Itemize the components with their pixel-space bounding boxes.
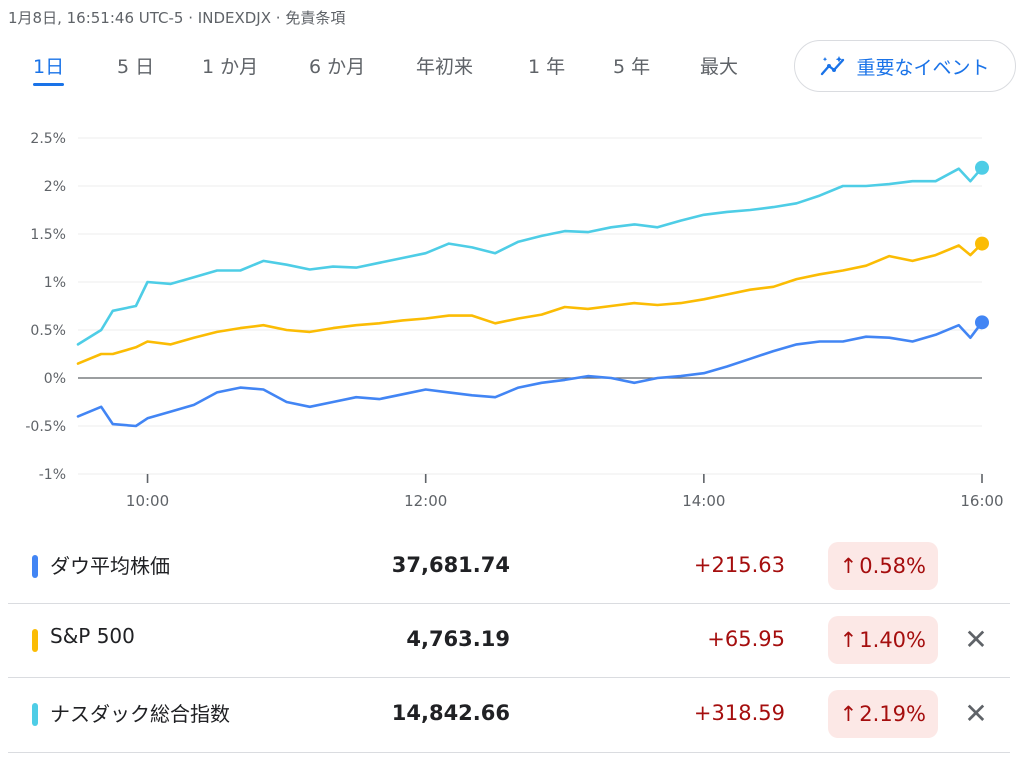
x-tick-label: 16:00 — [960, 492, 1003, 510]
arrow-up-icon: ↑ — [839, 702, 858, 726]
percent-change: 0.58% — [859, 554, 926, 578]
y-tick-label: 0% — [44, 371, 66, 387]
percent-change: 2.19% — [859, 702, 926, 726]
close-icon[interactable]: ✕ — [960, 698, 992, 730]
tab-6-months[interactable]: 6 か月 — [309, 52, 365, 84]
tab-label: 1日 — [33, 56, 65, 78]
tab-1-month[interactable]: 1 か月 — [202, 52, 258, 84]
x-tick-label: 14:00 — [682, 492, 725, 510]
percent-change: 1.40% — [859, 628, 926, 652]
tab-label: 6 か月 — [309, 56, 366, 78]
y-tick-label: 1.5% — [30, 227, 66, 243]
series-end-point — [975, 315, 989, 330]
percent-change-badge: ↑0.58% — [827, 542, 938, 590]
tab-label: 最大 — [700, 56, 739, 78]
index-change: +65.95 — [707, 627, 785, 651]
series-line — [76, 166, 984, 346]
tab-label: 1 年 — [528, 56, 566, 78]
series-color-swatch — [32, 555, 38, 578]
legend-row-sp500[interactable]: S&P 500 4,763.19 +65.95 ↑1.40% ✕ — [8, 604, 1010, 678]
header-line: 1月8日, 16:51:46 UTC-5 · INDEXDJX · 免責条項 — [8, 7, 345, 28]
separator: · — [275, 9, 281, 27]
x-tick-label: 12:00 — [404, 492, 447, 510]
market-widget: 1月8日, 16:51:46 UTC-5 · INDEXDJX · 免責条項 1… — [0, 0, 1019, 760]
tab-max[interactable]: 最大 — [700, 52, 738, 84]
insights-icon — [821, 56, 845, 76]
tab-5-days[interactable]: 5 日 — [117, 52, 154, 84]
x-tick-label: 10:00 — [126, 492, 169, 510]
index-name: S&P 500 — [50, 624, 135, 648]
index-legend: ダウ平均株価 37,681.74 +215.63 ↑0.58% S&P 500 … — [8, 530, 1010, 753]
index-code: INDEXDJX — [197, 9, 271, 27]
y-tick-label: 1% — [44, 275, 66, 291]
series-line — [76, 242, 984, 365]
index-name: ダウ平均株価 — [50, 554, 170, 578]
series-color-swatch — [32, 703, 38, 726]
y-tick-label: 2% — [44, 179, 66, 195]
arrow-up-icon: ↑ — [839, 554, 858, 578]
tab-1-year[interactable]: 1 年 — [528, 52, 565, 84]
tab-1-day[interactable]: 1日 — [33, 52, 65, 86]
key-events-button[interactable]: 重要なイベント — [794, 40, 1016, 92]
disclaimer-link[interactable]: 免責条項 — [285, 9, 345, 27]
tab-ytd[interactable]: 年初来 — [416, 52, 473, 84]
legend-row-dow[interactable]: ダウ平均株価 37,681.74 +215.63 ↑0.58% — [8, 530, 1010, 604]
series-end-point — [975, 160, 989, 175]
range-tabs: 1日 5 日 1 か月 6 か月 年初来 1 年 5 年 最大 — [0, 52, 760, 88]
y-tick-label: -0.5% — [25, 419, 66, 435]
index-line-chart: 2.5% 2% 1.5% 1% 0.5% 0% -0.5% -1% 10:00 12:00 14:0… — [25, 131, 1003, 510]
y-tick-label: -1% — [39, 467, 66, 483]
tab-label: 5 年 — [613, 56, 651, 78]
index-price: 37,681.74 — [391, 553, 510, 577]
series-end-point — [975, 236, 989, 251]
arrow-up-icon: ↑ — [839, 628, 858, 652]
close-icon[interactable]: ✕ — [960, 624, 992, 656]
separator: · — [188, 9, 194, 27]
timestamp: 1月8日, 16:51:46 UTC-5 — [8, 9, 184, 27]
y-tick-label: 0.5% — [30, 323, 66, 339]
percent-change-badge: ↑1.40% — [827, 616, 938, 664]
index-price: 14,842.66 — [391, 701, 510, 725]
tab-5-years[interactable]: 5 年 — [613, 52, 650, 84]
index-change: +215.63 — [693, 553, 785, 577]
y-tick-label: 2.5% — [30, 131, 66, 147]
active-tab-indicator — [33, 83, 65, 86]
index-name: ナスダック総合指数 — [50, 702, 230, 726]
tab-label: 年初来 — [416, 56, 474, 78]
tab-label: 5 日 — [117, 56, 155, 78]
tab-label: 1 か月 — [202, 56, 259, 78]
legend-row-nasdaq[interactable]: ナスダック総合指数 14,842.66 +318.59 ↑2.19% ✕ — [8, 678, 1010, 753]
series-color-swatch — [32, 629, 38, 652]
index-change: +318.59 — [693, 701, 785, 725]
key-events-label: 重要なイベント — [856, 56, 990, 79]
index-price: 4,763.19 — [406, 627, 510, 651]
percent-change-badge: ↑2.19% — [827, 690, 938, 738]
series-line — [76, 321, 984, 428]
